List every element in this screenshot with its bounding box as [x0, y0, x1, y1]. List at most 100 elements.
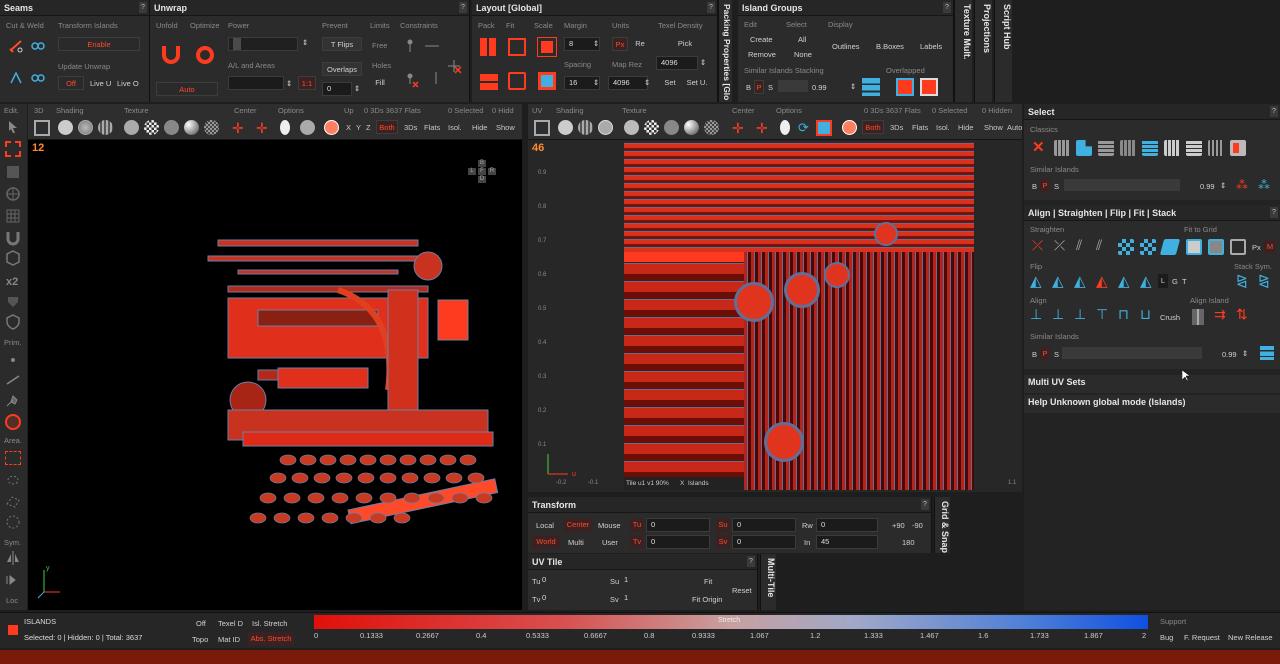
3ds-button[interactable]: 3Ds: [404, 123, 417, 132]
show-button[interactable]: Show: [496, 123, 515, 132]
labels-button[interactable]: Labels: [920, 42, 942, 51]
straighten-2-icon[interactable]: ⤫: [1054, 237, 1065, 254]
scale-texture-icon[interactable]: [538, 72, 556, 90]
select-threshold-value[interactable]: 0.99: [1200, 182, 1215, 191]
select-similar-1-icon[interactable]: ⁂: [1236, 178, 1248, 192]
select-none-button[interactable]: None: [794, 50, 812, 59]
live-o-button[interactable]: Live O: [117, 79, 139, 88]
uv-tex-2-icon[interactable]: [664, 120, 679, 135]
circle-select-icon[interactable]: [5, 514, 21, 530]
flip-2-icon[interactable]: ◭: [1052, 272, 1064, 290]
pick-button[interactable]: Pick: [668, 37, 702, 51]
mat-id-button[interactable]: Mat ID: [218, 635, 240, 644]
help-button[interactable]: ?: [707, 2, 715, 13]
select-arrow-icon[interactable]: [5, 119, 21, 135]
flip-t-button[interactable]: T: [1182, 277, 1187, 286]
td-stepper[interactable]: ⇕: [700, 58, 706, 67]
constraint-remove-icon[interactable]: [446, 58, 462, 74]
flip-4-icon[interactable]: ◭: [1096, 272, 1108, 290]
projections-tab[interactable]: Projections: [974, 0, 992, 102]
overlapped-icon-1[interactable]: [896, 78, 914, 96]
unfold-icon[interactable]: [162, 46, 180, 64]
script-hub-tab[interactable]: Script Hub: [994, 0, 1012, 102]
constraint-line-icon[interactable]: [428, 70, 444, 86]
abs-stretch-button[interactable]: Abs. Stretch: [248, 632, 294, 646]
stack-similar-icon[interactable]: [862, 78, 880, 96]
multi-uv-sets-section[interactable]: Multi UV Sets: [1024, 375, 1280, 393]
cube-face-b[interactable]: B: [478, 160, 486, 167]
world-button[interactable]: World: [532, 535, 560, 549]
shade-grid-icon[interactable]: [98, 120, 113, 135]
local-button[interactable]: Local: [536, 521, 554, 530]
area-rect-icon[interactable]: [5, 451, 21, 465]
select-grid-2-icon[interactable]: [1076, 140, 1092, 156]
align-b-toggle[interactable]: B: [1032, 350, 1037, 359]
straighten-5-icon[interactable]: [1118, 239, 1134, 255]
align-threshold-value[interactable]: 0.99: [1222, 350, 1237, 359]
sphere-select-icon[interactable]: [5, 186, 21, 202]
fit-grid-1-icon[interactable]: [1186, 239, 1202, 255]
power-stepper[interactable]: ⇕: [302, 38, 308, 47]
flip-5-icon[interactable]: ◭: [1118, 272, 1130, 290]
ig-threshold-value[interactable]: 0.99: [812, 83, 827, 92]
fit-origin-button[interactable]: Fit Origin: [692, 595, 722, 604]
view-cube[interactable]: B L F R D: [468, 160, 504, 184]
uv-flats-button[interactable]: Flats: [912, 123, 928, 132]
live-u-button[interactable]: Live U: [90, 79, 111, 88]
align-threshold-slider[interactable]: [1062, 347, 1202, 359]
rot-plus90-button[interactable]: +90: [892, 521, 905, 530]
overlaps-button[interactable]: Overlaps: [322, 62, 362, 76]
uv-both-button[interactable]: Both: [862, 120, 884, 134]
align-s-toggle[interactable]: S: [1054, 350, 1059, 359]
reset-button[interactable]: Reset: [732, 586, 752, 595]
ig-stepper[interactable]: ⇕: [850, 82, 856, 91]
tab-uv[interactable]: UV: [532, 106, 542, 115]
packing-properties-tab[interactable]: Packing Properties [Glo: [718, 0, 732, 102]
align-3-icon[interactable]: ⊥: [1074, 306, 1086, 323]
help-button[interactable]: ?: [1270, 207, 1278, 218]
hide-button[interactable]: Hide: [472, 123, 487, 132]
uv-hide-button[interactable]: Hide: [958, 123, 973, 132]
axis-y-button[interactable]: Y: [356, 123, 361, 132]
tile-tv-field[interactable]: 0: [538, 592, 598, 606]
tex-1-icon[interactable]: [124, 120, 139, 135]
pack-icon[interactable]: [480, 38, 498, 56]
select-grid-8-icon[interactable]: [1208, 140, 1224, 156]
flip-l-button[interactable]: L: [1158, 274, 1168, 288]
multi-button[interactable]: Multi: [568, 538, 584, 547]
create-button[interactable]: Create: [750, 35, 773, 44]
help-button[interactable]: ?: [943, 2, 951, 13]
help-button[interactable]: ?: [747, 556, 755, 567]
cube-face-r[interactable]: R: [488, 168, 496, 175]
select-threshold-slider[interactable]: [1064, 179, 1180, 191]
opt-2-icon[interactable]: [300, 120, 315, 135]
select-all-button[interactable]: All: [798, 35, 806, 44]
select-grid-7-icon[interactable]: [1186, 140, 1202, 156]
uv-tex-4-icon[interactable]: [704, 120, 719, 135]
fit-grid-icon[interactable]: [508, 72, 526, 90]
in-field[interactable]: 45: [816, 535, 878, 549]
cube-face-d[interactable]: D: [478, 176, 486, 183]
straighten-3-icon[interactable]: ⫽: [1076, 237, 1082, 254]
viewport-uv[interactable]: 46 0.9 0.8 0.7 0.6 0.5 0.4 0.3 0.2 0.1 -…: [528, 140, 1022, 492]
straighten-6-icon[interactable]: [1140, 239, 1156, 255]
straighten-7-icon[interactable]: [1159, 239, 1181, 255]
auto-button[interactable]: Auto: [156, 82, 218, 96]
rot-180-button[interactable]: 180: [902, 538, 915, 547]
pin-remove-icon[interactable]: [404, 72, 420, 88]
ig-b-toggle[interactable]: B: [746, 83, 751, 92]
shade-solid-icon[interactable]: [58, 120, 73, 135]
shield-icon[interactable]: [5, 314, 21, 330]
uv-refresh-icon[interactable]: ⟳: [798, 120, 809, 136]
align-stepper[interactable]: ⇕: [1242, 349, 1248, 358]
fit-grid-3-icon[interactable]: [1230, 239, 1246, 255]
align-5-icon[interactable]: ⊓: [1118, 306, 1129, 323]
power-slider[interactable]: [228, 37, 298, 51]
outlines-button[interactable]: Outlines: [832, 42, 860, 51]
point-icon[interactable]: [5, 352, 21, 368]
select-similar-2-icon[interactable]: ⁂: [1258, 178, 1270, 192]
help-button[interactable]: ?: [921, 499, 929, 510]
px-units-button[interactable]: Px: [612, 37, 628, 51]
uv-tile[interactable]: Tile u1 v1 90% X Islands: [624, 142, 974, 490]
uv-tex-1-icon[interactable]: [624, 120, 639, 135]
